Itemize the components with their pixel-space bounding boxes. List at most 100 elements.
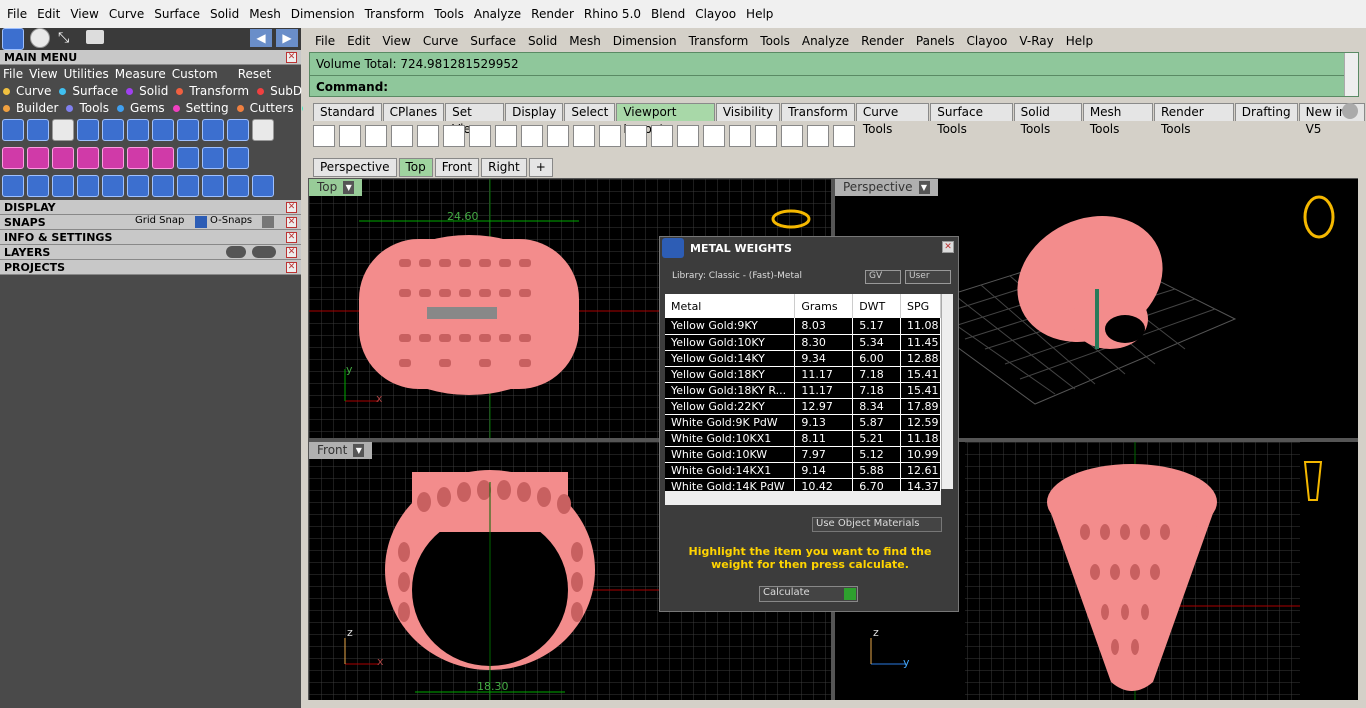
grid-color-icon[interactable] <box>573 125 595 147</box>
app-menu-item[interactable]: Curve <box>104 7 149 21</box>
toolbar-tab[interactable]: Mesh Tools <box>1082 103 1153 136</box>
toolbar-tab[interactable]: Surface Tools <box>930 103 1013 136</box>
pattern-tool-icon[interactable] <box>202 147 224 169</box>
shape-tool-icon[interactable] <box>77 119 99 141</box>
scissors-tool-icon[interactable] <box>227 175 249 197</box>
link-tool-icon[interactable] <box>177 175 199 197</box>
close-icon[interactable]: ✕ <box>286 202 297 213</box>
close-icon[interactable]: ✕ <box>286 247 297 258</box>
table-row[interactable]: Yellow Gold:18KY R... 11.17 7.18 15.41 <box>665 382 941 399</box>
gv-toggle[interactable]: GV <box>865 270 901 284</box>
split-vertical-icon[interactable] <box>469 125 491 147</box>
move-tool-icon[interactable] <box>102 175 124 197</box>
plugin-item[interactable]: Solid <box>126 84 174 98</box>
plugin-item[interactable]: Transform <box>176 84 255 98</box>
scale-tool-icon[interactable] <box>127 175 149 197</box>
rhino-menu-item[interactable]: Solid <box>522 34 563 48</box>
plugin-item[interactable]: Builder <box>3 101 64 115</box>
cubes-tool-icon[interactable] <box>2 175 24 197</box>
chevron-down-icon[interactable]: ▼ <box>353 444 365 457</box>
close-icon[interactable]: ✕ <box>286 262 297 273</box>
plane-icon[interactable] <box>755 125 777 147</box>
toolbar-tab[interactable]: Standard <box>313 103 382 121</box>
grid-snap-checkbox[interactable] <box>195 216 207 228</box>
app-menu-item[interactable]: File <box>2 7 32 21</box>
app-menu-item[interactable]: Edit <box>32 7 65 21</box>
table-horizontal-scrollbar[interactable] <box>665 491 941 505</box>
cross-tool-icon[interactable] <box>102 147 124 169</box>
app-menu-item[interactable]: Surface <box>149 7 205 21</box>
viewport-tab[interactable]: Perspective <box>313 158 397 177</box>
plugin-item[interactable]: Surface <box>59 84 124 98</box>
front-viewport-label[interactable]: Front ▼ <box>309 442 373 459</box>
ring-outline-tool-icon[interactable] <box>252 175 274 197</box>
page-icon[interactable] <box>677 125 699 147</box>
close-icon[interactable]: ✕ <box>942 241 954 253</box>
open-icon[interactable] <box>781 125 803 147</box>
table-row[interactable]: White Gold:9K PdW 9.13 5.87 12.59 <box>665 414 941 431</box>
osnaps-checkbox[interactable] <box>262 216 274 228</box>
rhino-logo-icon[interactable] <box>2 28 24 50</box>
rhino-menu-item[interactable]: File <box>309 34 341 48</box>
burst-tool-icon[interactable] <box>152 175 174 197</box>
main-menu-item[interactable]: File <box>3 67 23 81</box>
rhino-menu-item[interactable]: Panels <box>910 34 961 48</box>
rhino-menu-item[interactable]: Mesh <box>563 34 607 48</box>
toolbar-tab[interactable]: Select <box>564 103 616 121</box>
user-toggle[interactable]: User <box>905 270 951 284</box>
grid-icon[interactable] <box>495 125 517 147</box>
plus-grid-tool-icon[interactable] <box>27 147 49 169</box>
main-menu-item[interactable]: Utilities <box>64 67 109 81</box>
plus-tool-icon[interactable] <box>2 147 24 169</box>
toolbar-tab[interactable]: CPlanes <box>382 103 445 121</box>
table-row[interactable]: Yellow Gold:18KY 11.17 7.18 15.41 <box>665 366 941 383</box>
projects-section[interactable]: PROJECTS ✕ <box>0 260 301 275</box>
table-vertical-scrollbar[interactable] <box>941 294 953 489</box>
plugin-item[interactable]: Tools <box>66 101 115 115</box>
toolbar-tab[interactable]: Display <box>505 103 564 121</box>
rhino-menu-item[interactable]: V-Ray <box>1013 34 1059 48</box>
rhino-menu-item[interactable]: Help <box>1060 34 1099 48</box>
array-tool-icon[interactable] <box>102 119 124 141</box>
toolbar-tab[interactable]: Render Tools <box>1153 103 1234 136</box>
color-bars-icon[interactable] <box>651 125 673 147</box>
rhino-menu-item[interactable]: Tools <box>754 34 796 48</box>
panel-tool-icon[interactable] <box>252 119 274 141</box>
layer-toggle-icon[interactable] <box>226 246 246 258</box>
app-menu-item[interactable]: Render <box>526 7 579 21</box>
close-icon[interactable]: ✕ <box>286 52 297 63</box>
app-menu-item[interactable]: Blend <box>646 7 690 21</box>
reset-button[interactable]: Reset <box>238 67 272 81</box>
use-object-materials-checkbox[interactable]: Use Object Materials <box>812 517 942 532</box>
viewport-tab[interactable]: Front <box>434 158 480 177</box>
toolbar-tab[interactable]: Curve Tools <box>855 103 930 136</box>
bend-tool-icon[interactable] <box>27 175 49 197</box>
table-row[interactable]: Yellow Gold:10KY 8.30 5.34 11.45 <box>665 334 941 351</box>
texture-tool-icon[interactable] <box>152 147 174 169</box>
four-viewport-icon[interactable] <box>313 125 335 147</box>
toolbar-tab[interactable]: Set View <box>445 103 505 136</box>
single-viewport-icon[interactable] <box>365 125 387 147</box>
curve-tool-icon[interactable] <box>27 119 49 141</box>
minus-tool-icon[interactable] <box>52 147 74 169</box>
app-menu-item[interactable]: View <box>65 7 103 21</box>
rhino-menu-item[interactable]: Dimension <box>607 34 683 48</box>
dialog-titlebar[interactable]: METAL WEIGHTS ✕ <box>660 237 958 259</box>
table-row[interactable]: White Gold:10KX1 8.11 5.21 11.18 <box>665 430 941 447</box>
command-scrollbar[interactable] <box>1344 53 1358 96</box>
frame-tool-icon[interactable] <box>152 119 174 141</box>
chain-tool-icon[interactable] <box>202 175 224 197</box>
info-settings-section[interactable]: INFO & SETTINGS ✕ <box>0 230 301 245</box>
rhino-menu-item[interactable]: Render <box>855 34 910 48</box>
plugin-item[interactable]: Cutters <box>236 101 300 115</box>
viewport-tab[interactable]: Right <box>481 158 527 177</box>
lens-icon[interactable] <box>599 125 621 147</box>
zoom-extents-icon[interactable] <box>547 125 569 147</box>
pen-tool-icon[interactable] <box>177 147 199 169</box>
app-menu-item[interactable]: Clayoo <box>690 7 741 21</box>
gem-tool-icon[interactable] <box>127 119 149 141</box>
toolbar-tab[interactable]: Drafting <box>1234 103 1298 121</box>
floating-viewport-icon[interactable] <box>417 125 439 147</box>
chevron-down-icon[interactable]: ▼ <box>343 181 355 194</box>
command-prompt[interactable]: Command: <box>310 75 1358 97</box>
